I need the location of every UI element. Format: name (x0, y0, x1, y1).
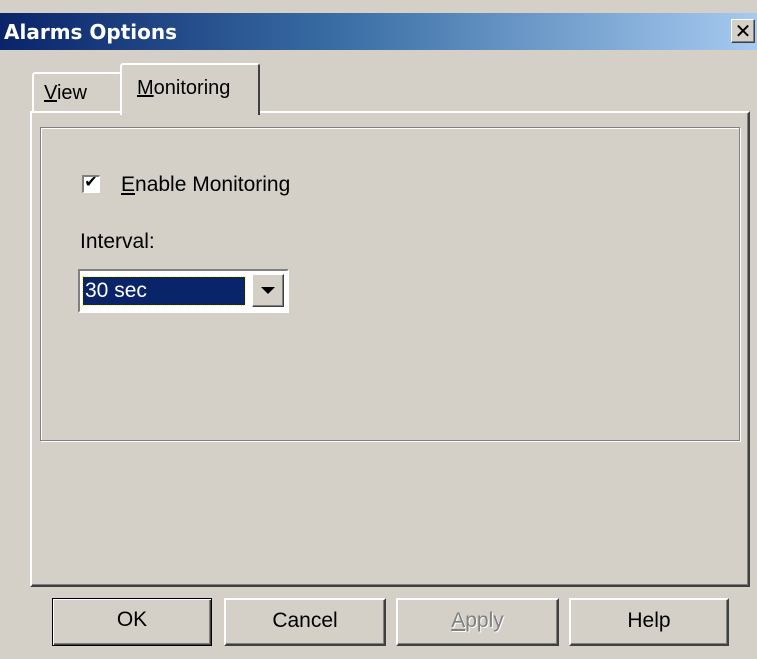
dropdown-button[interactable] (252, 274, 284, 307)
ok-button[interactable]: OK (52, 598, 212, 646)
enable-monitoring-checkbox[interactable]: ✔ (82, 174, 100, 193)
alarms-options-dialog: Alarms Options ✕ View Monitoring ✔ Enabl… (0, 0, 757, 659)
help-button[interactable]: Help (569, 598, 729, 646)
cancel-button[interactable]: Cancel (224, 598, 386, 646)
interval-dropdown[interactable]: 30 sec (78, 269, 289, 313)
interval-selected-value[interactable]: 30 sec (82, 276, 246, 306)
tab-monitoring[interactable]: Monitoring (120, 63, 260, 115)
interval-label: Interval: (80, 230, 155, 253)
enable-monitoring-label[interactable]: Enable Monitoring (121, 173, 290, 197)
window-title: Alarms Options (4, 20, 178, 44)
apply-button[interactable]: Apply (396, 598, 559, 646)
tab-view[interactable]: View (32, 72, 122, 112)
tab-monitoring-label: Monitoring (137, 77, 231, 99)
checkmark-icon: ✔ (84, 174, 98, 191)
tab-view-label: View (44, 82, 87, 104)
chevron-down-icon (261, 287, 275, 294)
close-button[interactable]: ✕ (731, 19, 755, 43)
title-bar[interactable]: Alarms Options ✕ (0, 13, 757, 50)
close-x-icon: ✕ (734, 19, 752, 43)
